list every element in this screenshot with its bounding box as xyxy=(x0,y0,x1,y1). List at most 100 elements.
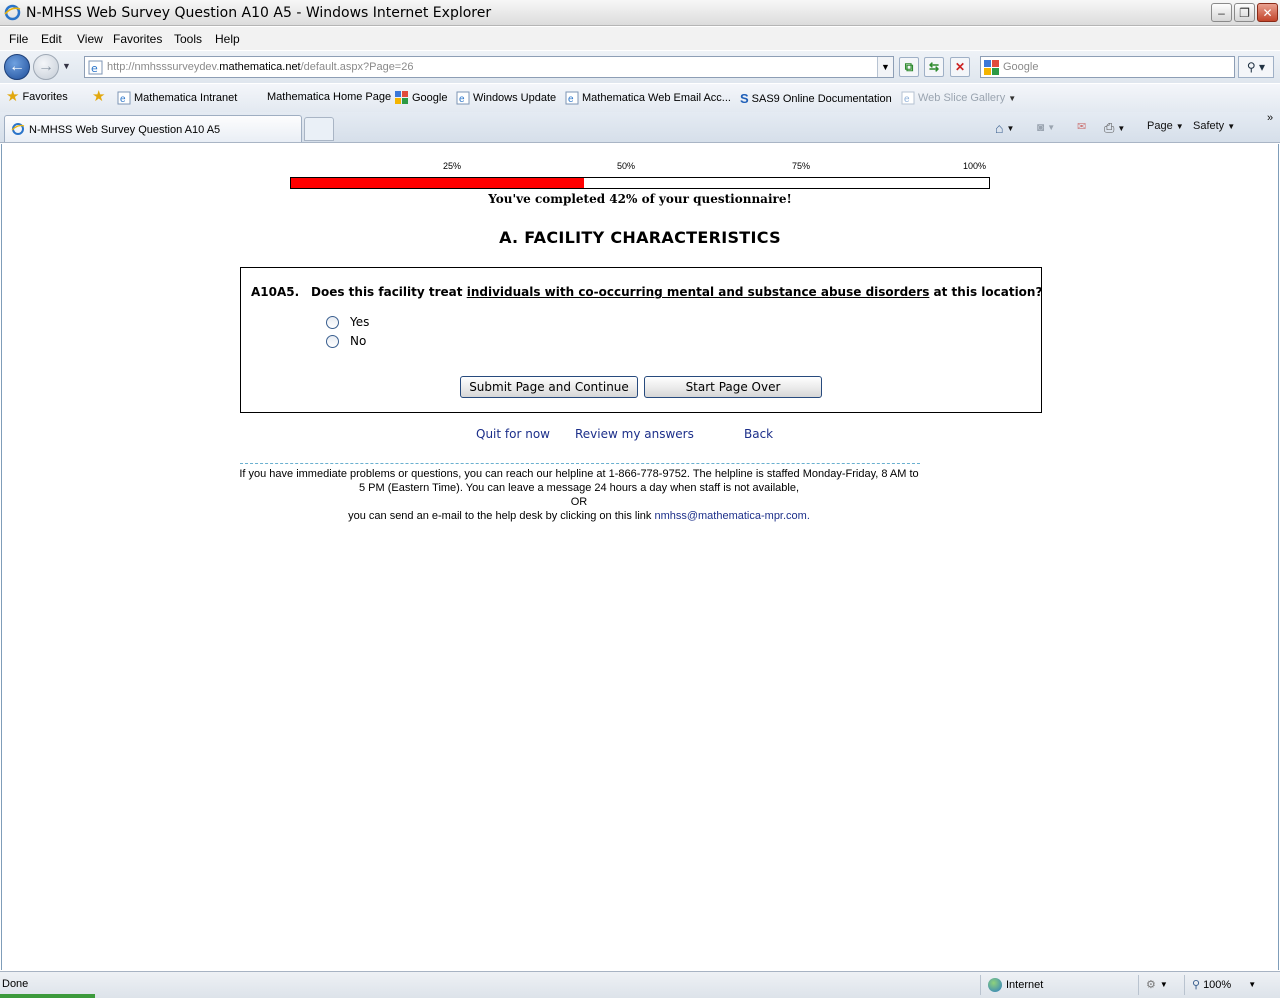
fav-mathematica-home-page[interactable]: Mathematica Home Page xyxy=(267,91,391,103)
address-toolbar: ← → ▼ e http://nmhsssurveydev.mathematic… xyxy=(0,51,1280,83)
favorites-bar: ★ Favorites ★ e Mathematica Intranet Mat… xyxy=(0,84,1280,112)
status-text: Done xyxy=(2,978,29,990)
zoom-level-button[interactable]: ⚲ 100% ▼ xyxy=(1192,978,1257,992)
help-text: If you have immediate problems or questi… xyxy=(238,467,920,523)
ie-page-icon: e xyxy=(565,91,579,105)
progress-tick-100: 100% xyxy=(963,161,987,171)
mail-icon: ✉ xyxy=(1077,121,1087,133)
back-arrow-icon: ← xyxy=(9,58,25,75)
feeds-button[interactable]: ◙ ▼ xyxy=(1037,120,1055,134)
print-button[interactable]: ⎙ ▼ xyxy=(1104,120,1125,136)
ie-page-icon: e xyxy=(901,91,915,105)
fav-google[interactable]: Google xyxy=(395,91,447,105)
menu-tools[interactable]: Tools xyxy=(174,32,202,46)
fav-mathematica-intranet[interactable]: e Mathematica Intranet xyxy=(117,91,237,105)
page-menu-button[interactable]: Page ▼ xyxy=(1147,120,1184,132)
option-yes[interactable]: Yes xyxy=(326,315,369,329)
help-email-link[interactable]: nmhss@mathematica-mpr.com. xyxy=(654,510,809,522)
close-window-button[interactable]: ✕ xyxy=(1257,3,1278,22)
help-divider xyxy=(240,463,920,464)
menu-view[interactable]: View xyxy=(77,32,103,46)
fav-windows-update[interactable]: e Windows Update xyxy=(456,91,556,105)
status-separator xyxy=(980,975,981,995)
favorites-button[interactable]: ★ Favorites xyxy=(6,88,68,105)
security-zone[interactable]: Internet xyxy=(988,978,1043,992)
fav-web-slice-gallery[interactable]: e Web Slice Gallery ▼ xyxy=(901,91,1016,105)
safety-menu-button[interactable]: Safety ▼ xyxy=(1193,120,1235,132)
radio-yes[interactable] xyxy=(326,315,339,329)
option-yes-label: Yes xyxy=(350,315,370,329)
address-bar[interactable]: e http://nmhsssurveydev.mathematica.net/… xyxy=(84,56,894,78)
protected-mode-icon: ⚙ xyxy=(1146,979,1156,991)
progress-tick-75: 75% xyxy=(792,161,811,171)
back-link[interactable]: Back xyxy=(744,427,773,441)
search-button[interactable]: ⚲ ▾ xyxy=(1238,56,1274,78)
tab-survey[interactable]: N-MHSS Web Survey Question A10 A5 xyxy=(4,115,302,142)
add-favorite-icon: ★ xyxy=(92,88,106,105)
read-mail-button[interactable]: ✉ xyxy=(1077,120,1086,133)
favorites-star-icon: ★ xyxy=(6,88,20,105)
menu-help[interactable]: Help xyxy=(215,32,240,46)
search-box[interactable]: Google xyxy=(980,56,1235,78)
fav-sas9-documentation[interactable]: S SAS9 Online Documentation xyxy=(740,91,892,106)
search-icon: ⚲ xyxy=(1246,60,1256,74)
fav-mathematica-web-email[interactable]: e Mathematica Web Email Acc... xyxy=(565,91,731,105)
globe-icon xyxy=(988,978,1002,992)
address-url: http://nmhsssurveydev.mathematica.net/de… xyxy=(107,61,414,73)
chevron-down-icon: ▼ xyxy=(1008,93,1017,103)
printer-icon: ⎙ xyxy=(1104,120,1115,135)
status-separator xyxy=(1184,975,1185,995)
page-ie-icon: e xyxy=(88,60,103,75)
home-button[interactable]: ⌂ ▼ xyxy=(995,120,1014,136)
search-placeholder: Google xyxy=(1003,61,1039,73)
back-button[interactable]: ← xyxy=(4,54,30,80)
stop-button[interactable]: ✕ xyxy=(950,57,970,77)
start-page-over-button[interactable]: Start Page Over xyxy=(644,376,822,398)
helpline-text: If you have immediate problems or questi… xyxy=(239,468,919,494)
section-title: A. FACILITY CHARACTERISTICS xyxy=(499,228,781,247)
question-box: A10A5. Does this facility treat individu… xyxy=(240,267,1042,413)
sas-logo-icon: S xyxy=(740,91,749,106)
window-title: N-MHSS Web Survey Question A10 A5 - Wind… xyxy=(26,5,492,21)
option-no[interactable]: No xyxy=(326,334,366,348)
taskbar-edge xyxy=(0,994,95,998)
tab-row: N-MHSS Web Survey Question A10 A5 ⌂ ▼ ◙ ▼ … xyxy=(0,112,1280,143)
quit-link[interactable]: Quit for now xyxy=(476,427,550,441)
question-number: A10A5. xyxy=(251,285,300,299)
compatibility-view-button[interactable]: ⧉ xyxy=(899,57,919,77)
menu-edit[interactable]: Edit xyxy=(41,32,62,46)
menu-file[interactable]: File xyxy=(9,32,28,46)
refresh-button[interactable]: ⇆ xyxy=(924,57,944,77)
email-line: you can send an e-mail to the help desk … xyxy=(348,510,810,522)
restore-button[interactable]: ❐ xyxy=(1234,3,1255,22)
question-text: Does this facility treat individuals wit… xyxy=(311,285,1043,299)
ie-page-icon: e xyxy=(456,91,470,105)
svg-text:e: e xyxy=(120,94,126,105)
home-icon: ⌂ xyxy=(995,120,1004,136)
chevron-down-icon: ▼ xyxy=(1248,980,1257,989)
svg-text:e: e xyxy=(91,62,98,75)
menu-favorites[interactable]: Favorites xyxy=(113,32,162,46)
progress-bar-fill xyxy=(291,178,585,188)
svg-text:e: e xyxy=(904,94,910,105)
ie-page-icon xyxy=(11,123,25,135)
status-bar: Done Internet ⚙ ▼ ⚲ 100% ▼ xyxy=(0,971,1280,998)
progress-tick-25: 25% xyxy=(443,161,462,171)
toolbar-overflow-icon[interactable]: » xyxy=(1267,112,1273,124)
google-icon xyxy=(395,91,408,104)
new-tab-button[interactable] xyxy=(304,117,334,141)
address-dropdown-button[interactable]: ▼ xyxy=(877,57,893,77)
progress-bar xyxy=(290,177,990,189)
radio-no[interactable] xyxy=(326,334,339,348)
help-or: OR xyxy=(570,496,588,508)
svg-text:e: e xyxy=(568,94,574,105)
submit-page-button[interactable]: Submit Page and Continue xyxy=(460,376,638,398)
protected-mode-button[interactable]: ⚙ ▼ xyxy=(1146,978,1168,991)
minimize-button[interactable]: – xyxy=(1211,3,1232,22)
forward-button[interactable]: → xyxy=(33,54,59,80)
review-answers-link[interactable]: Review my answers xyxy=(575,427,694,441)
add-to-favorites-button[interactable]: ★ xyxy=(92,88,106,105)
window-title-bar: N-MHSS Web Survey Question A10 A5 - Wind… xyxy=(0,0,1280,26)
recent-pages-dropdown[interactable]: ▼ xyxy=(62,61,71,71)
status-separator xyxy=(1138,975,1139,995)
